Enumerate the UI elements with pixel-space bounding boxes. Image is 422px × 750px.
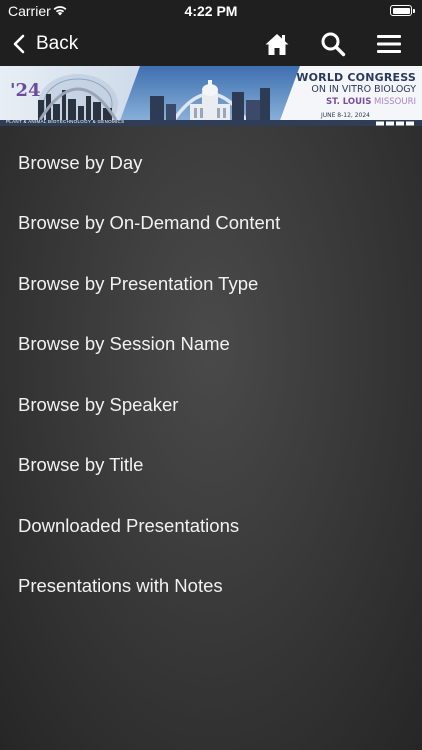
banner-title: WORLD CONGRESS ON IN VITRO BIOLOGY ST. L… [296, 72, 416, 106]
banner-title-line1: WORLD CONGRESS [296, 71, 416, 84]
list-item-label: Browse by Day [18, 152, 143, 173]
conference-banner: '24 PLANT & ANIMAL BIOTECHNOLOGY & GENOM… [0, 66, 422, 126]
list-item-downloaded-presentations[interactable]: Downloaded Presentations [0, 493, 422, 553]
list-item-label: Browse by Title [18, 454, 144, 475]
banner-year: '24 [10, 80, 41, 101]
hamburger-menu-icon[interactable] [376, 31, 402, 57]
search-icon[interactable] [320, 31, 346, 57]
list-item-label: Presentations with Notes [18, 575, 223, 596]
banner-subtitle: PLANT & ANIMAL BIOTECHNOLOGY & GENOMICS [6, 119, 125, 124]
list-item-label: Browse by Speaker [18, 394, 179, 415]
status-bar: Carrier 4:22 PM [0, 0, 422, 22]
list-item-browse-by-title[interactable]: Browse by Title [0, 432, 422, 492]
list-item-label: Browse by Session Name [18, 333, 230, 354]
list-item-label: Browse by Presentation Type [18, 273, 259, 294]
back-button[interactable]: Back [12, 29, 78, 59]
list-item-browse-by-on-demand[interactable]: Browse by On-Demand Content [0, 190, 422, 250]
list-item-browse-by-session-name[interactable]: Browse by Session Name [0, 311, 422, 371]
banner-title-line2: ON IN VITRO BIOLOGY [311, 84, 416, 95]
home-icon[interactable] [264, 31, 290, 57]
list-item-browse-by-presentation-type[interactable]: Browse by Presentation Type [0, 251, 422, 311]
list-item-browse-by-speaker[interactable]: Browse by Speaker [0, 372, 422, 432]
chevron-left-icon [13, 34, 25, 54]
nav-bar: Back [0, 22, 422, 66]
banner-dates: JUNE 8-12, 2024 [320, 112, 370, 119]
list-item-presentations-with-notes[interactable]: Presentations with Notes [0, 553, 422, 613]
battery-icon [390, 5, 415, 16]
back-label: Back [36, 33, 79, 54]
list-item-label: Browse by On-Demand Content [18, 212, 281, 233]
banner-city: ST. LOUIS [325, 96, 372, 107]
clock: 4:22 PM [184, 3, 238, 19]
browse-menu-list: Browse by Day Browse by On-Demand Conten… [0, 126, 422, 750]
top-bar: Carrier 4:22 PM Back [0, 0, 422, 66]
banner-state: MISSOURI [374, 96, 416, 107]
list-item-browse-by-day[interactable]: Browse by Day [0, 130, 422, 190]
banner-location: ST. LOUIS MISSOURI [296, 96, 416, 107]
list-item-label: Downloaded Presentations [18, 515, 240, 536]
